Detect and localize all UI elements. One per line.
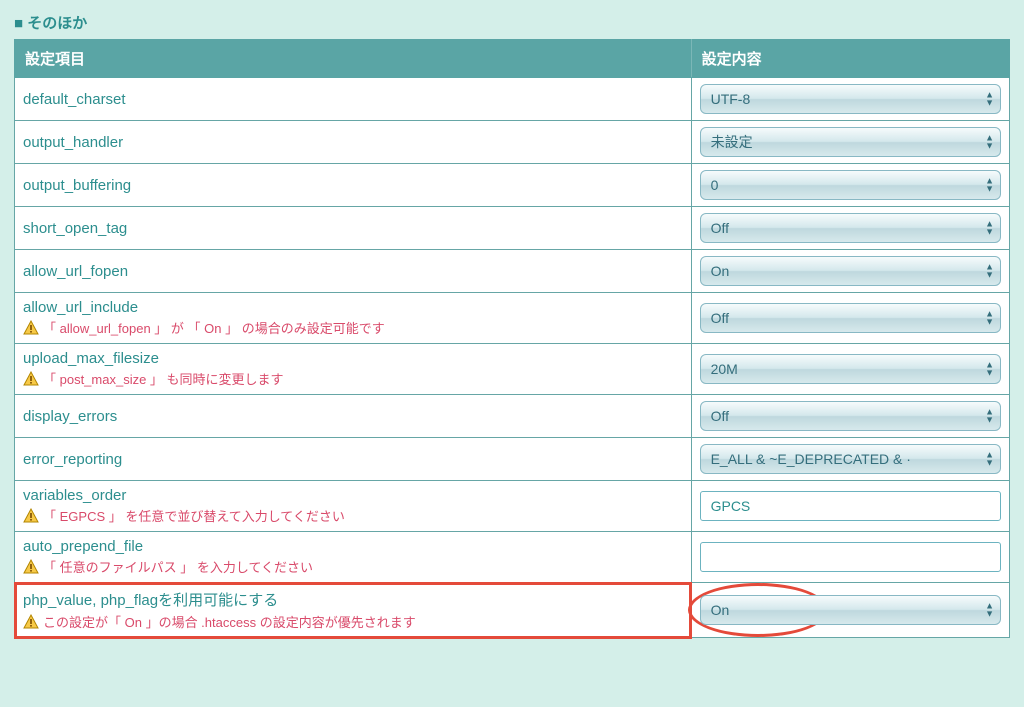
chevron-updown-icon: ▲▼ — [985, 221, 994, 236]
setting-name: allow_url_fopen — [23, 263, 683, 280]
setting-name-cell: auto_prepend_file 「 任意のファイルパス 」 を入力してください — [15, 532, 692, 583]
setting-select[interactable]: 20M ▲▼ — [700, 354, 1001, 384]
setting-value-cell: 20M ▲▼ — [691, 344, 1009, 395]
setting-name: upload_max_filesize — [23, 350, 683, 367]
setting-value-cell: Off ▲▼ — [691, 395, 1009, 438]
setting-name-cell: output_handler — [15, 121, 692, 164]
setting-name-cell: display_errors — [15, 395, 692, 438]
setting-value-cell: 未設定 ▲▼ — [691, 121, 1009, 164]
chevron-updown-icon: ▲▼ — [985, 92, 994, 107]
select-value: 0 — [711, 177, 719, 193]
setting-select[interactable]: 未設定 ▲▼ — [700, 127, 1001, 157]
setting-name: short_open_tag — [23, 220, 683, 237]
chevron-updown-icon: ▲▼ — [985, 362, 994, 377]
col-header-name: 設定項目 — [15, 40, 692, 78]
warning-icon — [23, 320, 39, 336]
setting-hint: この設定が「 On 」の場合 .htaccess の設定内容が優先されます — [23, 612, 683, 631]
select-value: E_ALL & ~E_DEPRECATED & · — [711, 451, 911, 467]
setting-select[interactable]: Off ▲▼ — [700, 213, 1001, 243]
setting-name: allow_url_include — [23, 299, 683, 316]
setting-value-cell: Off ▲▼ — [691, 207, 1009, 250]
chevron-updown-icon: ▲▼ — [985, 264, 994, 279]
setting-name: variables_order — [23, 487, 683, 504]
setting-value-cell: UTF-8 ▲▼ — [691, 78, 1009, 121]
setting-name: error_reporting — [23, 451, 683, 468]
setting-select[interactable]: Off ▲▼ — [700, 401, 1001, 431]
setting-name: php_value, php_flagを利用可能にする — [23, 589, 683, 610]
setting-hint-text: 「 post_max_size 」 も同時に変更します — [43, 369, 284, 388]
warning-icon — [23, 614, 39, 630]
setting-input[interactable] — [700, 542, 1001, 572]
warning-icon — [23, 508, 39, 524]
setting-hint-text: この設定が「 On 」の場合 .htaccess の設定内容が優先されます — [43, 612, 416, 631]
setting-value-cell: Off ▲▼ — [691, 293, 1009, 344]
select-value: 未設定 — [711, 132, 753, 152]
setting-name-cell: error_reporting — [15, 438, 692, 481]
select-value: UTF-8 — [711, 91, 751, 107]
setting-hint-text: 「 EGPCS 」 を任意で並び替えて入力してください — [43, 506, 345, 525]
setting-input[interactable] — [700, 491, 1001, 521]
setting-value-cell — [691, 481, 1009, 532]
chevron-updown-icon: ▲▼ — [985, 452, 994, 467]
setting-select[interactable]: E_ALL & ~E_DEPRECATED & · ▲▼ — [700, 444, 1001, 474]
select-value: On — [711, 602, 730, 618]
col-header-value: 設定内容 — [691, 40, 1009, 78]
setting-name: default_charset — [23, 91, 683, 108]
setting-name-cell: default_charset — [15, 78, 692, 121]
warning-icon — [23, 371, 39, 387]
chevron-updown-icon: ▲▼ — [985, 178, 994, 193]
chevron-updown-icon: ▲▼ — [985, 409, 994, 424]
select-value: Off — [711, 310, 729, 326]
setting-name-cell: output_buffering — [15, 164, 692, 207]
select-value: On — [711, 263, 730, 279]
setting-value-cell: On ▲▼ — [691, 250, 1009, 293]
setting-hint: 「 EGPCS 」 を任意で並び替えて入力してください — [23, 506, 683, 525]
setting-name-cell: variables_order 「 EGPCS 」 を任意で並び替えて入力してくだ… — [15, 481, 692, 532]
setting-name-cell: allow_url_include 「 allow_url_fopen 」 が 「… — [15, 293, 692, 344]
setting-select[interactable]: 0 ▲▼ — [700, 170, 1001, 200]
chevron-updown-icon: ▲▼ — [985, 311, 994, 326]
setting-name-cell: php_value, php_flagを利用可能にするこの設定が「 On 」の場… — [15, 583, 692, 638]
setting-name-cell: upload_max_filesize 「 post_max_size 」 も同時… — [15, 344, 692, 395]
setting-hint: 「 post_max_size 」 も同時に変更します — [23, 369, 683, 388]
setting-hint-text: 「 allow_url_fopen 」 が 「 On 」 の場合のみ設定可能です — [43, 318, 385, 337]
setting-value-cell — [691, 532, 1009, 583]
setting-select[interactable]: UTF-8 ▲▼ — [700, 84, 1001, 114]
setting-select[interactable]: Off ▲▼ — [700, 303, 1001, 333]
setting-select[interactable]: On ▲▼ — [700, 256, 1001, 286]
setting-value-cell: E_ALL & ~E_DEPRECATED & · ▲▼ — [691, 438, 1009, 481]
select-value: 20M — [711, 361, 738, 377]
setting-name: display_errors — [23, 408, 683, 425]
warning-icon — [23, 559, 39, 575]
setting-value-cell: 0 ▲▼ — [691, 164, 1009, 207]
setting-name-cell: allow_url_fopen — [15, 250, 692, 293]
setting-select[interactable]: On ▲▼ — [700, 595, 1001, 625]
chevron-updown-icon: ▲▼ — [985, 603, 994, 618]
setting-name: auto_prepend_file — [23, 538, 683, 555]
section-header: そのほか — [14, 12, 1010, 33]
setting-hint: 「 allow_url_fopen 」 が 「 On 」 の場合のみ設定可能です — [23, 318, 683, 337]
settings-table: 設定項目 設定内容 default_charset UTF-8 ▲▼ output_h… — [14, 39, 1010, 638]
setting-name: output_buffering — [23, 177, 683, 194]
setting-name: output_handler — [23, 134, 683, 151]
select-value: Off — [711, 220, 729, 236]
setting-hint-text: 「 任意のファイルパス 」 を入力してください — [43, 557, 313, 576]
setting-hint: 「 任意のファイルパス 」 を入力してください — [23, 557, 683, 576]
setting-name-cell: short_open_tag — [15, 207, 692, 250]
setting-value-cell: On ▲▼ — [691, 583, 1009, 638]
select-value: Off — [711, 408, 729, 424]
chevron-updown-icon: ▲▼ — [985, 135, 994, 150]
